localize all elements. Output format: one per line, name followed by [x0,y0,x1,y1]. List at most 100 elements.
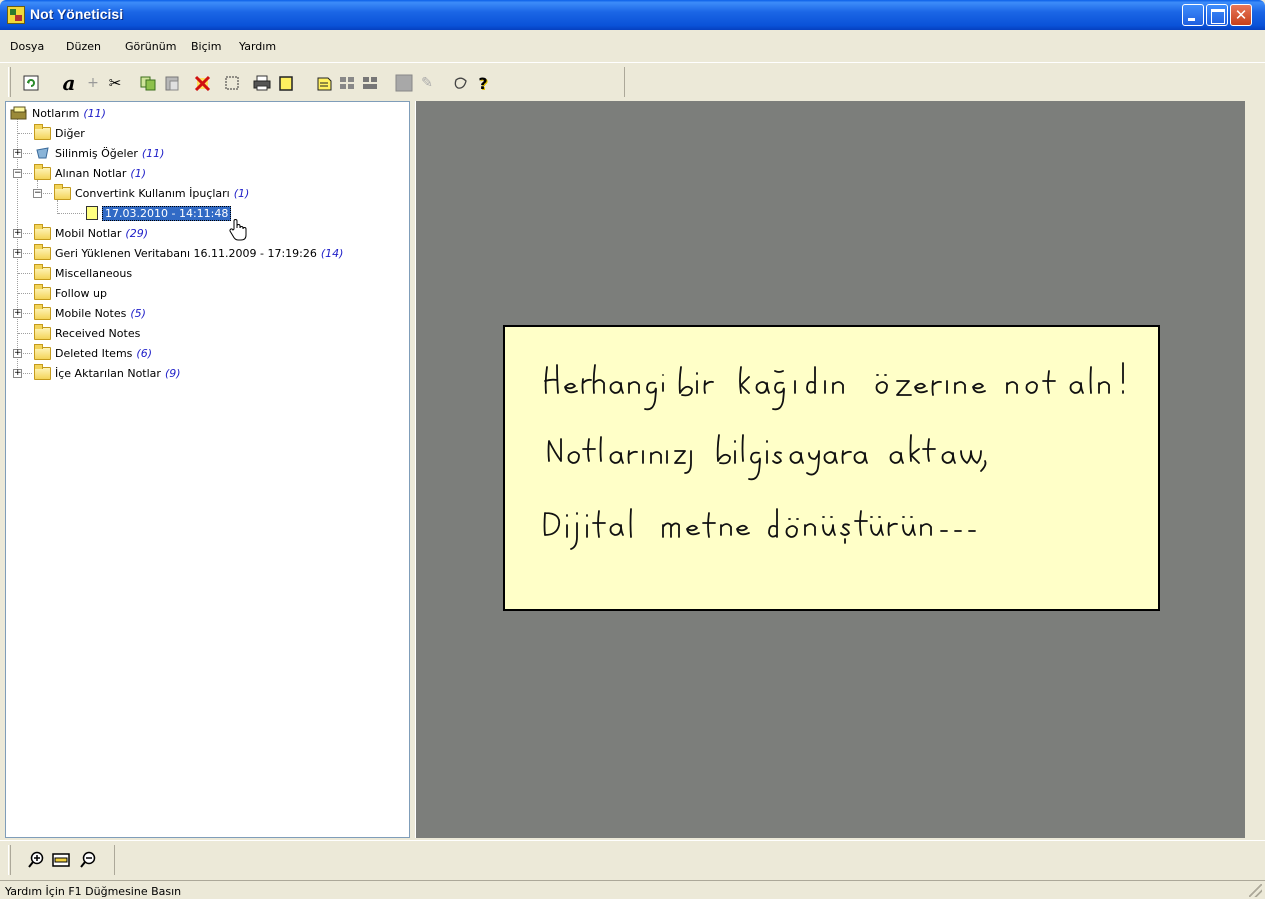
toolbar-grip[interactable] [8,67,11,97]
zoom-in-icon[interactable] [28,851,46,869]
tree-line [23,233,32,234]
grid-view-icon[interactable] [338,74,356,92]
tree-item-mobile-notes[interactable]: Mobile Notes (5) [34,303,146,322]
select-icon[interactable] [223,74,241,92]
tree-label: 17.03.2010 - 14:11:48 [102,205,232,221]
print-icon[interactable] [253,74,271,92]
tree-label: Geri Yüklenen Veritabanı 16.11.2009 - 17… [55,246,317,260]
expand-icon[interactable]: + [13,149,22,158]
folder-icon [34,223,51,240]
tree-item-miscellaneous[interactable]: Miscellaneous [34,263,132,282]
tree-count: (1) [233,186,250,200]
tree-line [23,153,32,154]
notebook-icon [10,106,27,120]
folder-icon [34,303,51,320]
paste-icon[interactable] [163,74,181,92]
zoom-toolbar [0,840,1265,878]
tree-count: (5) [130,306,146,320]
minimize-button[interactable] [1182,4,1204,26]
tree-item-deleted-items[interactable]: Deleted Items (6) [34,343,152,362]
tree-item-note-selected[interactable]: 17.03.2010 - 14:11:48 [86,204,232,222]
tree-line [18,273,32,274]
tree-item-silinmis-ogeler[interactable]: Silinmiş Öğeler (11) [34,144,164,162]
status-bar: Yardım İçin F1 Düğmesine Basın [0,880,1265,899]
tree-count: (6) [136,346,152,360]
menu-dosya[interactable]: Dosya [10,40,44,53]
tree-count: (14) [320,246,344,260]
folder-icon [34,163,51,180]
expand-icon[interactable]: + [13,229,22,238]
tree-item-diger[interactable]: Diğer [34,123,85,142]
collapse-icon[interactable]: − [13,169,22,178]
folder-icon [34,123,51,140]
title-bar[interactable]: Not Yöneticisi ✕ [0,0,1265,30]
toolbar-grip[interactable] [8,845,11,875]
add-icon[interactable]: + [84,74,102,92]
font-icon[interactable]: a [60,71,78,95]
refresh-icon[interactable] [22,74,40,92]
copy-icon[interactable] [139,74,157,92]
cut-icon[interactable]: ✂ [106,74,124,92]
tree-line [43,193,52,194]
tree-line [23,253,32,254]
tree-line [18,333,32,334]
tree-line [58,213,84,214]
recognize-icon[interactable] [452,74,470,92]
zoom-out-icon[interactable] [80,851,98,869]
tree-label: Mobil Notlar [55,226,122,240]
close-icon: ✕ [1234,6,1248,24]
folder-icon [34,263,51,280]
help-icon[interactable]: ? [474,74,492,93]
tree-line [18,133,32,134]
tree-item-convertink[interactable]: Convertink Kullanım İpuçları (1) [54,183,250,202]
expand-icon[interactable]: + [13,309,22,318]
tree-count: (1) [130,166,147,180]
expand-icon[interactable]: + [13,369,22,378]
tree-root[interactable]: Notlarım (11) [10,104,106,122]
maximize-button[interactable] [1206,4,1228,26]
color-icon[interactable] [395,74,413,92]
recycle-bin-icon [36,147,49,159]
tree-label: İçe Aktarılan Notlar [55,366,161,380]
menu-bicim[interactable]: Biçim [191,40,221,53]
new-note-icon[interactable] [277,74,295,92]
collapse-icon[interactable]: − [33,189,42,198]
toolbar-separator [624,67,625,97]
note-preview-pane[interactable]: Herhangi bir kağıdın üzerine not alın! N… [415,101,1245,838]
menu-gorunum[interactable]: Görünüm [125,40,176,53]
note-view-icon[interactable] [315,74,333,92]
toolbar-separator [114,845,115,875]
fit-page-icon[interactable] [52,851,70,869]
notes-tree[interactable]: Notlarım (11) Diğer + Silinmiş Öğeler (1… [5,101,410,838]
tree-line [23,313,32,314]
note-icon [86,206,98,220]
app-icon[interactable] [7,6,25,24]
handwriting-image [543,362,1124,550]
handwritten-note[interactable]: Herhangi bir kağıdın üzerine not alın! N… [503,325,1160,611]
tree-label: Alınan Notlar [55,166,127,180]
expand-icon[interactable]: + [13,249,22,258]
main-toolbar: a + ✂ ✎ ? [0,62,1265,100]
pen-icon[interactable]: ✎ [418,74,436,92]
tree-item-alinan-notlar[interactable]: Alınan Notlar (1) [34,163,147,182]
menu-duzen[interactable]: Düzen [66,40,101,53]
expand-icon[interactable]: + [13,349,22,358]
tree-label: Convertink Kullanım İpuçları [75,186,230,200]
tree-item-geri-yuklenen[interactable]: Geri Yüklenen Veritabanı 16.11.2009 - 17… [34,243,344,262]
tree-label: Silinmiş Öğeler [55,146,138,160]
tree-item-follow-up[interactable]: Follow up [34,283,107,302]
tree-count: (9) [164,366,181,380]
folder-icon [34,363,51,380]
tree-item-ice-aktarilan[interactable]: İçe Aktarılan Notlar (9) [34,363,181,382]
tree-item-received-notes[interactable]: Received Notes [34,323,141,342]
tree-label: Received Notes [55,326,141,340]
tree-count: (29) [125,226,148,240]
delete-icon[interactable] [193,74,211,92]
resize-grip[interactable] [1249,884,1262,897]
menu-yardim[interactable]: Yardım [239,40,276,53]
close-button[interactable]: ✕ [1230,4,1252,26]
tree-count: (11) [83,106,106,120]
tree-item-mobil-notlar[interactable]: Mobil Notlar (29) [34,223,148,242]
tree-label: Diğer [55,126,85,140]
tile-view-icon[interactable] [361,74,379,92]
